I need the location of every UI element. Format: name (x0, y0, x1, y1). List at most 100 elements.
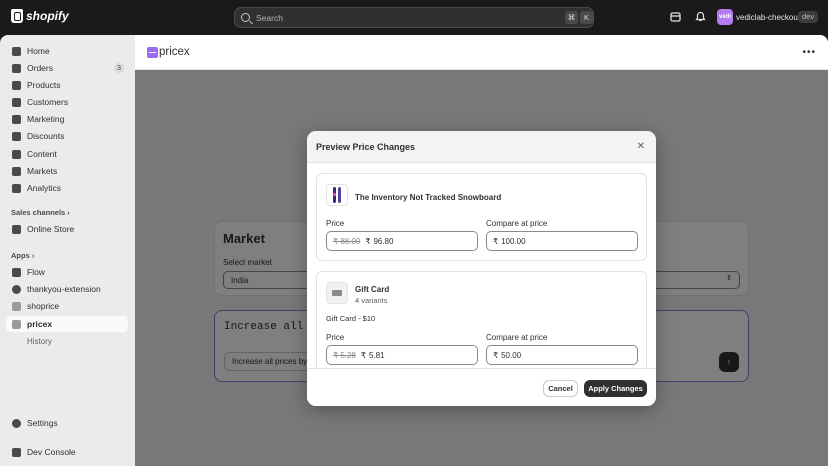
product-card: Gift Card 4 variants Gift Card - $10 Pri… (316, 271, 647, 368)
sidebar-item-label: Home (27, 46, 50, 56)
search-bar[interactable]: Search ⌘ K (234, 7, 594, 28)
target-icon (12, 114, 21, 124)
product-name: The Inventory Not Tracked Snowboard (355, 193, 502, 202)
brand-name: shopify (26, 9, 69, 23)
modal-footer: Cancel Apply Changes (307, 368, 656, 406)
price-label: Price (326, 219, 345, 228)
preview-price-changes-modal: Preview Price Changes ✕ The Inventory No… (307, 131, 656, 406)
sidebar-item-label: Analytics (27, 183, 62, 193)
sidebar-item-content[interactable]: Content (6, 146, 128, 162)
sidebar-item-label: thankyou-extension (27, 284, 101, 294)
compare-price-label: Compare at price (486, 219, 548, 228)
app-title: pricex (159, 46, 190, 58)
price-label: Price (326, 333, 345, 342)
discount-icon (12, 131, 21, 141)
sidebar-item-label: Products (27, 80, 61, 90)
shopify-bag-icon (11, 9, 23, 23)
sidebar-item-label: Discounts (27, 131, 65, 141)
pricex-app-icon (147, 47, 158, 58)
sidebar-item-customers[interactable]: Customers (6, 94, 128, 110)
sidebar-item-pricex[interactable]: pricex (6, 316, 128, 332)
chevron-right-icon: › (67, 208, 70, 217)
orders-count-badge: 3 (113, 63, 124, 73)
price-field[interactable]: ₹ 5.28 ₹ 5.81 (326, 345, 478, 365)
app-icon (12, 301, 21, 311)
product-name: Gift Card (355, 285, 390, 294)
apps-header[interactable]: Apps › (11, 251, 34, 260)
sidebar-item-shoprice[interactable]: shoprice (6, 298, 128, 314)
app-header: pricex ••• (135, 35, 828, 70)
currency-symbol: ₹ (365, 236, 371, 246)
sidebar-item-online-store[interactable]: Online Store (6, 221, 128, 237)
top-bar: shopify Search ⌘ K vedi vediclab-checkou… (0, 0, 828, 35)
old-price: ₹ 88.00 (333, 236, 361, 246)
sidebar: Home Orders 3 Products Customers Marketin… (0, 35, 135, 466)
modal-header: Preview Price Changes ✕ (307, 131, 656, 163)
bell-icon[interactable] (695, 11, 706, 22)
sidebar-item-label: Markets (27, 166, 58, 176)
close-icon[interactable]: ✕ (637, 141, 645, 152)
new-price-value: 96.80 (373, 236, 394, 246)
sidebar-item-label: Orders (27, 63, 53, 73)
store-avatar[interactable]: vedi (717, 9, 733, 25)
chart-icon (12, 183, 21, 193)
sidebar-item-label: Dev Console (27, 447, 76, 457)
apply-changes-button[interactable]: Apply Changes (584, 380, 647, 397)
sidebar-item-settings[interactable]: Settings (6, 415, 128, 431)
section-header-label: Apps (11, 251, 30, 260)
store-switcher-icon[interactable] (670, 11, 681, 22)
compare-price-label: Compare at price (486, 333, 548, 342)
old-price: ₹ 5.28 (333, 350, 356, 360)
variant-count: 4 variants (355, 296, 388, 305)
shopify-logo[interactable]: shopify (11, 9, 69, 23)
sidebar-item-label: Flow (27, 267, 45, 277)
sidebar-item-label: Customers (27, 97, 69, 107)
sidebar-item-orders[interactable]: Orders 3 (6, 60, 128, 76)
sidebar-item-label: Content (27, 149, 57, 159)
person-icon (12, 97, 21, 107)
store-name[interactable]: vediclab-checkout (736, 13, 800, 22)
app-icon (12, 319, 21, 329)
search-icon (241, 13, 250, 22)
sidebar-item-label: Settings (27, 418, 58, 428)
more-actions-icon[interactable]: ••• (802, 47, 816, 58)
flow-icon (12, 267, 21, 277)
home-icon (12, 46, 21, 56)
sidebar-item-products[interactable]: Products (6, 77, 128, 93)
search-placeholder: Search (256, 12, 283, 23)
currency-symbol: ₹ (493, 236, 499, 246)
sidebar-item-label: shoprice (27, 301, 60, 311)
store-icon (12, 224, 21, 234)
compare-price-value: 50.00 (501, 350, 522, 360)
sidebar-item-home[interactable]: Home (6, 43, 128, 59)
compare-price-value: 100.00 (501, 236, 526, 246)
sidebar-item-marketing[interactable]: Marketing (6, 111, 128, 127)
gift-card-thumbnail (326, 282, 348, 304)
content-icon (12, 149, 21, 159)
compare-price-field[interactable]: ₹ 50.00 (486, 345, 638, 365)
tag-icon (12, 80, 21, 90)
k-key-hint: K (580, 11, 593, 24)
sidebar-item-analytics[interactable]: Analytics (6, 180, 128, 196)
product-card: The Inventory Not Tracked Snowboard Pric… (316, 173, 647, 261)
environment-badge: dev (798, 11, 819, 23)
command-key-hint: ⌘ (565, 11, 578, 24)
modal-body[interactable]: The Inventory Not Tracked Snowboard Pric… (307, 163, 656, 368)
price-field[interactable]: ₹ 88.00 ₹ 96.80 (326, 231, 478, 251)
sidebar-item-flow[interactable]: Flow (6, 264, 128, 280)
sidebar-item-label: Online Store (27, 224, 75, 234)
currency-symbol: ₹ (493, 350, 499, 360)
sidebar-item-label: pricex (27, 319, 53, 329)
cancel-button[interactable]: Cancel (543, 380, 578, 397)
variant-name: Gift Card - $10 (326, 314, 376, 323)
sidebar-subitem-history[interactable]: History (27, 337, 52, 346)
sidebar-item-thankyou-extension[interactable]: thankyou-extension (6, 281, 128, 297)
sidebar-item-dev-console[interactable]: Dev Console (6, 444, 128, 460)
code-icon (12, 447, 21, 457)
compare-price-field[interactable]: ₹ 100.00 (486, 231, 638, 251)
sidebar-item-markets[interactable]: Markets (6, 163, 128, 179)
sales-channels-header[interactable]: Sales channels › (11, 208, 70, 217)
sidebar-item-discounts[interactable]: Discounts (6, 128, 128, 144)
gear-icon (12, 418, 21, 428)
new-price-value: 5.81 (368, 350, 385, 360)
